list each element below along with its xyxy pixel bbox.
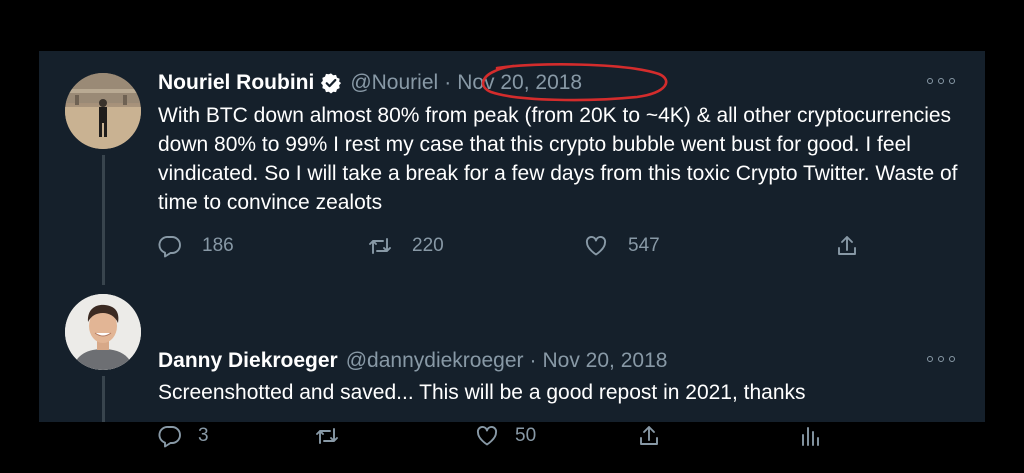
like-button[interactable]: 547 <box>584 234 660 258</box>
share-button[interactable] <box>637 424 661 448</box>
retweet-button[interactable] <box>315 424 355 448</box>
header-separator: · <box>444 71 452 94</box>
thread-connector-line <box>102 376 105 422</box>
avatar-danny-diekroeger[interactable] <box>65 294 141 370</box>
retweet-button[interactable]: 220 <box>368 234 444 258</box>
heart-icon <box>476 425 498 446</box>
like-count: 547 <box>628 235 660 256</box>
reply-count: 3 <box>198 425 209 446</box>
avatar-photo <box>65 73 141 149</box>
more-dots-icon[interactable] <box>927 351 955 367</box>
tweet-thread-panel: Nouriel Roubini @Nouriel · Nov 20, 2018 … <box>39 51 985 448</box>
author-handle[interactable]: @dannydiekroeger <box>346 349 524 373</box>
tweet-1[interactable]: Nouriel Roubini @Nouriel · Nov 20, 2018 … <box>39 51 985 285</box>
more-dots-icon[interactable] <box>927 73 955 89</box>
analytics-bars-icon <box>802 427 819 446</box>
tweet-text: Screenshotted and saved... This will be … <box>158 381 806 404</box>
tweet-text: With BTC down almost 80% from peak (from… <box>158 104 958 214</box>
share-upload-icon <box>838 236 856 255</box>
like-button[interactable]: 50 <box>475 424 536 448</box>
avatar-nouriel-roubini[interactable] <box>65 73 141 149</box>
tweet-header: Danny Diekroeger @dannydiekroeger · Nov … <box>158 346 667 376</box>
retweet-count: 220 <box>412 235 444 256</box>
tweet-date[interactable]: Nov 20, 2018 <box>457 71 582 95</box>
reply-button[interactable]: 186 <box>158 234 234 258</box>
author-handle[interactable]: @Nouriel <box>350 71 438 95</box>
tweet-header: Nouriel Roubini @Nouriel · Nov 20, 2018 <box>158 68 582 98</box>
reply-button[interactable]: 3 <box>158 424 209 448</box>
avatar-photo <box>65 294 141 370</box>
reply-count: 186 <box>202 235 234 256</box>
verified-badge-icon <box>321 73 342 94</box>
thread-connector-line <box>102 155 105 285</box>
analytics-button[interactable] <box>798 424 822 448</box>
tweet-actions: 186 220 547 <box>158 234 948 264</box>
tweet-actions: 3 50 <box>158 424 948 454</box>
author-name[interactable]: Danny Diekroeger <box>158 349 338 373</box>
reply-bubble-icon <box>158 236 181 258</box>
share-button[interactable] <box>835 234 859 258</box>
like-count: 50 <box>515 425 537 446</box>
reply-bubble-icon <box>158 426 181 448</box>
author-name[interactable]: Nouriel Roubini <box>158 71 314 95</box>
retweet-arrows-icon <box>316 428 338 444</box>
retweet-arrows-icon <box>369 238 391 254</box>
heart-icon <box>585 235 607 256</box>
tweet-date[interactable]: Nov 20, 2018 <box>543 349 668 373</box>
share-upload-icon <box>640 426 658 445</box>
header-separator: · <box>529 349 537 372</box>
tweet-2[interactable]: Danny Diekroeger @dannydiekroeger · Nov … <box>39 284 985 448</box>
